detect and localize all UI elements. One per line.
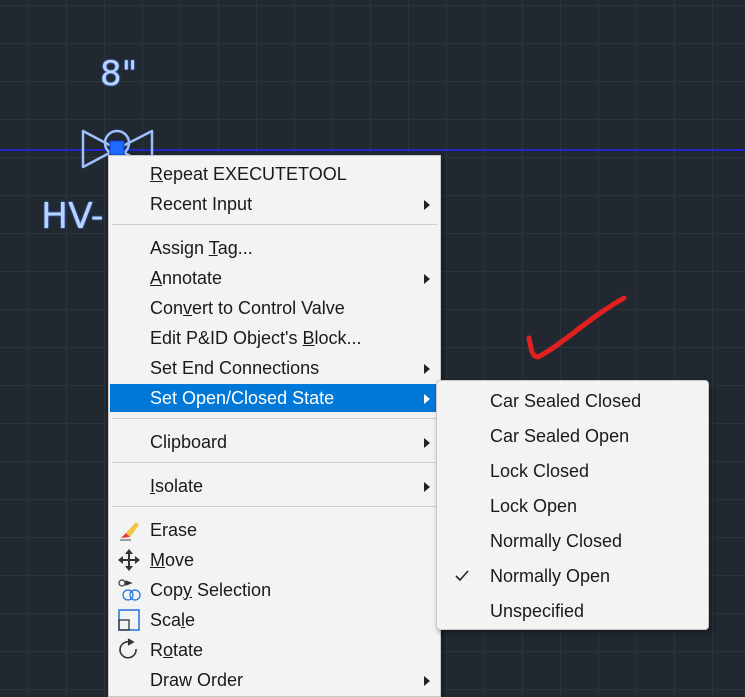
- menu-item-label: Move: [150, 549, 195, 570]
- menu-item-label: Annotate: [150, 267, 223, 288]
- menu-item-label: Rotate: [150, 639, 204, 660]
- menu-item-convert-to-control-valve[interactable]: Convert to Control Valve: [110, 294, 439, 322]
- submenu-item-label: Lock Closed: [490, 461, 590, 481]
- menu-separator: [112, 506, 437, 507]
- rotate-icon: [117, 638, 141, 662]
- submenu-arrow-icon: [424, 394, 430, 404]
- submenu-arrow-icon: [424, 676, 430, 686]
- menu-item-label: Convert to Control Valve: [150, 297, 345, 318]
- menu-item-label: Set End Connections: [150, 357, 320, 378]
- menu-item-annotate[interactable]: Annotate: [110, 264, 439, 292]
- valve-tag-label: HV-: [41, 196, 104, 237]
- submenu-item-normally-closed[interactable]: Normally Closed: [437, 524, 708, 559]
- copy-selection-icon: [117, 578, 141, 602]
- menu-item-draw-order[interactable]: Draw Order: [110, 666, 439, 694]
- menu-item-label: Copy Selection: [150, 579, 272, 600]
- submenu-arrow-icon: [424, 274, 430, 284]
- submenu-arrow-icon: [424, 482, 430, 492]
- menu-item-label: Clipboard: [150, 431, 228, 452]
- menu-item-edit-p-id-object-s-block[interactable]: Edit P&ID Object's Block...: [110, 324, 439, 352]
- submenu-arrow-icon: [424, 438, 430, 448]
- context-menu: Repeat EXECUTETOOL Recent Input Assign Tag…: [108, 155, 441, 697]
- menu-item-label: Recent Input: [150, 193, 253, 214]
- menu-separator: [112, 462, 437, 463]
- menu-item-copy-selection[interactable]: Copy Selection: [110, 576, 439, 604]
- submenu-arrow-icon: [424, 200, 430, 210]
- menu-item-scale[interactable]: Scale: [110, 606, 439, 634]
- submenu-item-label: Unspecified: [490, 601, 585, 621]
- open-closed-state-submenu: Car Sealed Closed Car Sealed Open Lock Clo…: [436, 380, 709, 630]
- menu-item-label: Isolate: [150, 475, 204, 496]
- menu-item-erase[interactable]: Erase: [110, 516, 439, 544]
- menu-item-label: Assign Tag...: [150, 237, 253, 258]
- menu-item-recent-input[interactable]: Recent Input: [110, 190, 439, 218]
- menu-separator: [112, 224, 437, 225]
- red-checkmark-annotation: [526, 295, 627, 360]
- menu-item-label: Scale: [150, 609, 196, 630]
- scale-icon: [117, 608, 141, 632]
- submenu-item-label: Car Sealed Open: [490, 426, 630, 446]
- submenu-item-lock-open[interactable]: Lock Open: [437, 489, 708, 524]
- menu-item-repeat-executetool[interactable]: Repeat EXECUTETOOL: [110, 160, 439, 188]
- checkmark-icon: [454, 568, 470, 584]
- submenu-item-car-sealed-open[interactable]: Car Sealed Open: [437, 419, 708, 454]
- submenu-arrow-icon: [424, 364, 430, 374]
- move-arrows-icon: [117, 548, 141, 572]
- submenu-item-lock-closed[interactable]: Lock Closed: [437, 454, 708, 489]
- menu-item-set-open-closed-state[interactable]: Set Open/Closed State: [110, 384, 439, 412]
- submenu-item-car-sealed-closed[interactable]: Car Sealed Closed: [437, 384, 708, 419]
- menu-item-move[interactable]: Move: [110, 546, 439, 574]
- menu-item-label: Edit P&ID Object's Block...: [150, 327, 362, 348]
- menu-item-label: Draw Order: [150, 669, 244, 690]
- grip-point[interactable]: [109, 140, 125, 156]
- submenu-item-label: Normally Closed: [490, 531, 623, 551]
- eraser-icon: [117, 518, 141, 542]
- menu-item-rotate[interactable]: Rotate: [110, 636, 439, 664]
- menu-item-set-end-connections[interactable]: Set End Connections: [110, 354, 439, 382]
- submenu-item-unspecified[interactable]: Unspecified: [437, 594, 708, 629]
- menu-item-clipboard[interactable]: Clipboard: [110, 428, 439, 456]
- menu-item-isolate[interactable]: Isolate: [110, 472, 439, 500]
- pipe-size-label: 8": [100, 54, 138, 94]
- menu-separator: [112, 418, 437, 419]
- submenu-item-label: Car Sealed Closed: [490, 391, 642, 411]
- submenu-item-label: Lock Open: [490, 496, 578, 516]
- menu-item-label: Erase: [150, 519, 198, 540]
- menu-item-assign-tag[interactable]: Assign Tag...: [110, 234, 439, 262]
- submenu-item-normally-open[interactable]: Normally Open: [437, 559, 708, 594]
- menu-item-label: Repeat EXECUTETOOL: [150, 163, 347, 184]
- submenu-item-label: Normally Open: [490, 566, 611, 586]
- menu-item-label: Set Open/Closed State: [150, 387, 335, 408]
